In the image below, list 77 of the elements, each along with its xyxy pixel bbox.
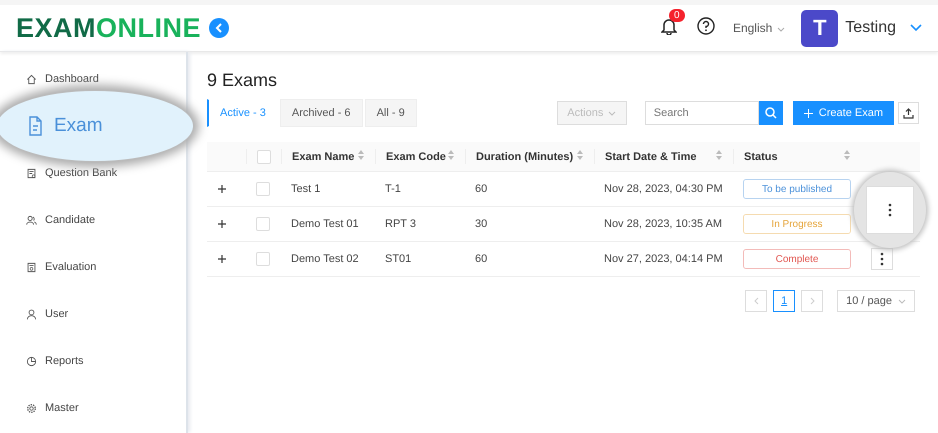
table-cell: Demo Test 02 [291, 253, 359, 265]
column-header[interactable]: Duration (Minutes) [476, 150, 574, 162]
search-field[interactable]: Search [644, 101, 759, 125]
table-cell: Demo Test 01 [291, 218, 359, 230]
chevron-down-icon [898, 299, 906, 304]
row-checkbox[interactable] [256, 252, 270, 266]
search-icon [764, 107, 777, 119]
chevron-left-icon [215, 23, 224, 33]
home-icon [26, 74, 37, 84]
table-cell: Nov 28, 2023, 10:35 AM [604, 218, 722, 230]
tab[interactable]: Archived - 6 [280, 99, 363, 127]
table-cell: Nov 27, 2023, 04:14 PM [604, 253, 723, 265]
user-name[interactable]: Testing [845, 19, 896, 37]
table-cell: T-1 [385, 183, 401, 195]
table-cell: 60 [475, 253, 488, 265]
table-cell: 60 [475, 183, 488, 195]
expand-icon[interactable] [217, 254, 227, 264]
column-header[interactable]: Status [744, 150, 778, 162]
pie-chart-icon [26, 356, 37, 366]
upload-icon [903, 108, 914, 118]
sidebar-item[interactable]: Question Bank [26, 165, 118, 181]
clipboard-icon [26, 262, 37, 272]
row-checkbox[interactable] [256, 182, 270, 196]
notification-badge: 0 [668, 8, 684, 22]
users-icon [26, 214, 37, 226]
table-cell: Nov 28, 2023, 04:30 PM [604, 183, 723, 195]
language-select[interactable]: English [732, 21, 786, 35]
more-icon [880, 252, 884, 266]
sidebar-item[interactable]: Reports [26, 353, 84, 369]
plus-icon [804, 108, 813, 118]
chevron-down-icon [777, 27, 786, 32]
sidebar-item[interactable]: Candidate [26, 212, 96, 228]
sort-icon[interactable] [447, 149, 455, 161]
avatar[interactable]: T [801, 10, 838, 46]
status-tag: To be published [743, 179, 851, 199]
chevron-left-icon [754, 297, 759, 305]
certificate-icon [26, 168, 37, 178]
column-header[interactable]: Exam Code [386, 150, 446, 162]
sidebar-item[interactable]: Master [26, 400, 79, 416]
bell-icon[interactable] [660, 16, 677, 34]
collapse-button[interactable] [209, 18, 230, 38]
sort-icon[interactable] [576, 149, 584, 161]
column-header[interactable]: Start Date & Time [605, 150, 696, 162]
page-size-select[interactable]: 10 / page [837, 290, 915, 312]
chevron-down-icon [608, 111, 616, 116]
more-button[interactable] [871, 248, 893, 270]
app-logo: EXAMONLINE [16, 12, 202, 44]
table-cell: ST01 [385, 253, 412, 265]
select-all-checkbox[interactable] [257, 150, 271, 164]
chevron-down-icon[interactable] [910, 24, 922, 32]
next-page-button[interactable] [801, 290, 824, 312]
gear-icon [26, 402, 37, 414]
sort-icon[interactable] [843, 149, 851, 161]
table-cell: 30 [475, 218, 488, 230]
previous-page-button[interactable] [745, 290, 768, 312]
status-tag: In Progress [743, 214, 851, 234]
tab[interactable]: All - 9 [364, 99, 417, 127]
search-button[interactable] [758, 101, 783, 125]
export-button[interactable] [898, 102, 919, 124]
status-tag: Complete [743, 249, 851, 269]
column-header[interactable]: Exam Name [292, 150, 354, 162]
user-icon [26, 308, 37, 320]
page-title: 9 Exams [207, 70, 278, 91]
help-icon[interactable] [696, 16, 715, 34]
sidebar-item[interactable]: Evaluation [26, 259, 96, 275]
table-cell: Test 1 [291, 183, 320, 195]
chevron-right-icon [810, 297, 815, 305]
expand-icon[interactable] [217, 184, 227, 194]
expand-icon[interactable] [217, 219, 227, 229]
sidebar-item[interactable]: User [26, 306, 68, 322]
document-icon [27, 116, 44, 136]
sidebar-item[interactable]: Dashboard [26, 71, 99, 87]
row-checkbox[interactable] [256, 217, 270, 231]
table-cell: RPT 3 [385, 218, 416, 230]
sort-icon[interactable] [357, 149, 365, 161]
sort-icon[interactable] [715, 149, 723, 161]
more-icon [888, 203, 892, 217]
